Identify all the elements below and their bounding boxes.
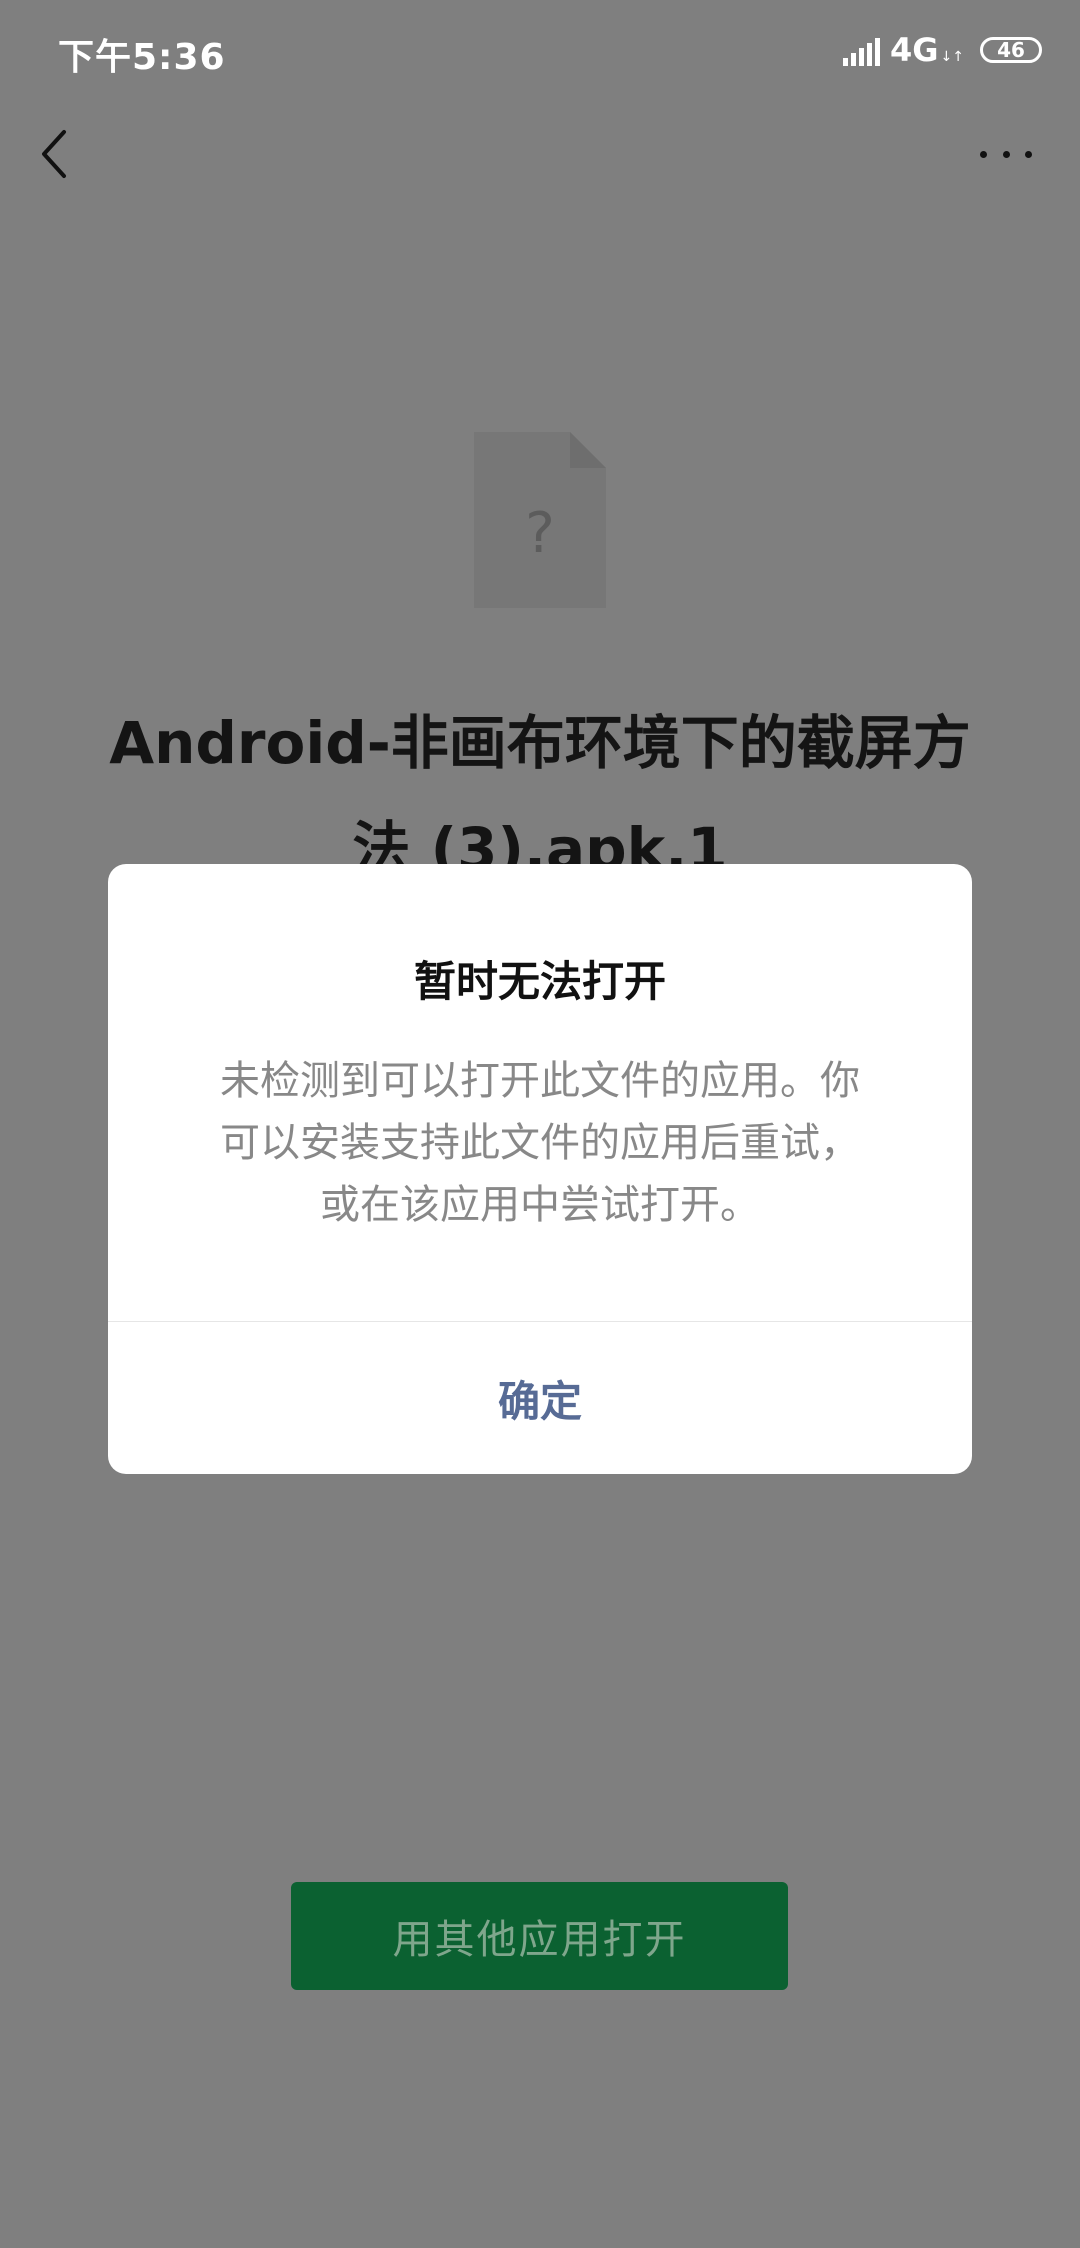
battery-icon: 46 [980,37,1042,63]
dialog-message: 未检测到可以打开此文件的应用。你 可以安装支持此文件的应用后重试， 或在该应用中… [168,1050,912,1236]
network-activity-icon: ↓↑ [940,49,964,65]
chevron-left-icon[interactable] [34,126,74,182]
dialog-message-line-3: 或在该应用中尝试打开。 [320,1182,760,1228]
open-with-other-app-button[interactable]: 用其他应用打开 [291,1882,788,1990]
status-time: 下午5:36 [58,37,226,78]
file-question-mark: ? [525,501,555,566]
dialog-message-line-2: 可以安装支持此文件的应用后重试， [220,1120,860,1166]
status-indicators: 4G ↓↑ 46 [843,30,1042,70]
network-type-label: 4G [890,31,939,69]
battery-level: 46 [997,38,1025,62]
dialog-title: 暂时无法打开 [413,957,666,1006]
unknown-file-icon: ? [474,432,606,608]
confirm-button[interactable]: 确定 [108,1322,972,1474]
cannot-open-dialog: 暂时无法打开 未检测到可以打开此文件的应用。你 可以安装支持此文件的应用后重试，… [108,864,972,1474]
file-name-line-1: Android-非画布环境下的截屏方 [109,709,971,777]
dialog-message-line-1: 未检测到可以打开此文件的应用。你 [220,1058,860,1104]
more-horizontal-icon[interactable] [980,148,1032,160]
status-bar: 下午5:36 4G ↓↑ 46 [0,0,1080,100]
signal-icon [843,34,880,66]
